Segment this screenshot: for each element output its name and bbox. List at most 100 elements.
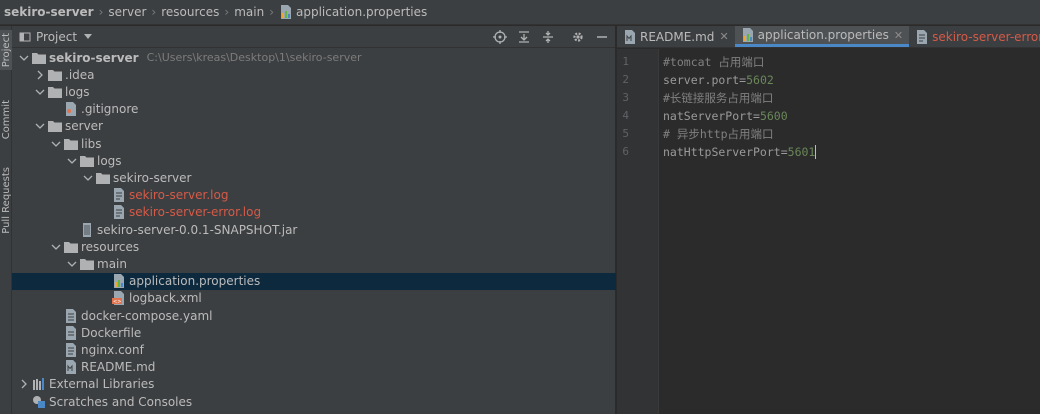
tree-item-label: application.properties bbox=[129, 274, 261, 289]
line-number: 1 bbox=[622, 55, 629, 68]
line-number: 2 bbox=[622, 73, 629, 86]
tree-row[interactable]: libs bbox=[12, 135, 616, 152]
tree-row[interactable]: sekiro-server.log bbox=[12, 187, 616, 204]
editor-tab-label: sekiro-server-error.log bbox=[932, 29, 1040, 44]
code-token: #长链接服务占用端口 bbox=[663, 91, 774, 105]
text-caret bbox=[815, 145, 817, 159]
tree-item-label: External Libraries bbox=[49, 377, 155, 392]
folder-icon bbox=[80, 257, 94, 271]
locate-file-icon[interactable] bbox=[493, 29, 507, 44]
breadcrumb-item[interactable]: sekiro-server bbox=[4, 5, 94, 19]
folder-icon bbox=[48, 68, 62, 82]
tree-row[interactable]: <> logback.xml bbox=[12, 290, 616, 307]
tree-row[interactable]: sekiro-server-error.log bbox=[12, 204, 616, 221]
code-line[interactable]: #tomcat 占用端口 bbox=[663, 53, 764, 71]
code-line[interactable]: # 异步http占用端口 bbox=[663, 125, 774, 143]
project-panel-title[interactable]: Project bbox=[36, 30, 77, 44]
code-line[interactable]: server.port = 5602 bbox=[663, 71, 774, 89]
tree-item-label: sekiro-server.log bbox=[129, 188, 229, 203]
tree-row[interactable]: External Libraries bbox=[12, 376, 616, 393]
line-number: 3 bbox=[622, 91, 629, 104]
line-number: 4 bbox=[622, 109, 629, 122]
chevron-down-icon[interactable] bbox=[34, 86, 46, 98]
tree-item-label: logs bbox=[65, 84, 90, 99]
gitignore-file-icon bbox=[64, 102, 78, 117]
markdown-file-icon bbox=[64, 360, 78, 375]
tree-row[interactable]: logs bbox=[12, 83, 616, 100]
navigation-bar: sekiro-server › server › resources › main › appl… bbox=[0, 0, 1040, 25]
chevron-down-icon[interactable] bbox=[82, 172, 94, 184]
breadcrumb-separator-icon: › bbox=[269, 5, 274, 19]
tree-row[interactable]: logs bbox=[12, 152, 616, 169]
minimize-icon[interactable] bbox=[595, 30, 609, 44]
code-token: #tomcat 占用端口 bbox=[663, 55, 765, 69]
breadcrumb-item[interactable]: application.properties bbox=[296, 5, 427, 19]
tree-item-label: resources bbox=[81, 239, 140, 254]
project-view-icon bbox=[18, 30, 32, 44]
project-path: C:\Users\kreas\Desktop\1\sekiro-server bbox=[146, 51, 362, 64]
libraries-icon bbox=[32, 377, 46, 391]
line-number: 6 bbox=[622, 145, 629, 158]
tree-row[interactable]: application.properties bbox=[12, 272, 616, 290]
tree-row[interactable]: .gitignore bbox=[12, 101, 616, 118]
code-token: natHttpServerPort bbox=[663, 145, 781, 159]
log-file-icon bbox=[112, 188, 126, 203]
tree-row[interactable]: sekiro-server-0.0.1-SNAPSHOT.jar bbox=[12, 221, 616, 238]
tree-row[interactable]: Dockerfile bbox=[12, 324, 616, 341]
properties-file-icon bbox=[741, 28, 755, 42]
tree-row[interactable]: .idea bbox=[12, 66, 616, 83]
tree-item-label: logback.xml bbox=[129, 291, 202, 306]
text-file-icon bbox=[64, 342, 78, 357]
breadcrumb-item[interactable]: resources bbox=[161, 5, 219, 19]
code-line[interactable]: #长链接服务占用端口 bbox=[663, 89, 773, 107]
close-icon[interactable]: ✕ bbox=[719, 30, 728, 43]
chevron-right-icon[interactable] bbox=[18, 378, 30, 390]
code-token: # 异步http占用端口 bbox=[663, 127, 774, 141]
breadcrumb-item[interactable]: main bbox=[234, 5, 264, 19]
chevron-down-icon[interactable] bbox=[81, 30, 95, 44]
tree-row[interactable]: docker-compose.yaml bbox=[12, 307, 616, 324]
chevron-down-icon[interactable] bbox=[50, 241, 62, 253]
breadcrumb-separator-icon: › bbox=[98, 5, 104, 19]
tool-window-pull-requests[interactable]: Pull Requests bbox=[0, 160, 12, 240]
xml-file-icon: <> bbox=[112, 291, 126, 306]
markdown-file-icon bbox=[623, 29, 637, 44]
expand-all-icon[interactable] bbox=[517, 30, 531, 44]
tree-row[interactable]: README.md bbox=[12, 359, 616, 376]
breadcrumb-separator-icon: › bbox=[224, 5, 230, 19]
chevron-right-icon[interactable] bbox=[34, 69, 46, 81]
tree-item-label: Scratches and Consoles bbox=[49, 394, 193, 409]
code-token: 5602 bbox=[746, 73, 774, 87]
tree-row[interactable]: sekiro-server bbox=[12, 169, 616, 186]
tool-window-project[interactable]: Project bbox=[0, 30, 12, 70]
tree-item-label: server bbox=[65, 119, 103, 134]
folder-icon bbox=[64, 137, 78, 151]
tool-window-commit[interactable]: Commit bbox=[0, 92, 12, 148]
gear-icon[interactable] bbox=[571, 30, 585, 44]
left-tool-strip: Project Commit Pull Requests bbox=[0, 26, 12, 414]
collapse-all-icon[interactable] bbox=[541, 30, 555, 44]
tree-row[interactable]: Scratches and Consoles bbox=[12, 393, 616, 410]
chevron-down-icon[interactable] bbox=[34, 120, 46, 132]
code-token: 5600 bbox=[759, 109, 788, 123]
tree-item-label: .gitignore bbox=[81, 102, 139, 117]
properties-file-icon bbox=[112, 274, 126, 289]
editor-area: README.md ✕ application.properties ✕ sekiro-… bbox=[617, 26, 1040, 414]
breadcrumb-item[interactable]: server bbox=[108, 5, 146, 19]
tree-row[interactable]: sekiro-server C:\Users\kreas\Desktop\1\se… bbox=[12, 49, 616, 66]
tree-row[interactable]: nginx.conf bbox=[12, 341, 616, 358]
tree-row[interactable]: main bbox=[12, 255, 616, 272]
tree-row[interactable]: resources bbox=[12, 238, 616, 255]
tree-row[interactable]: server bbox=[12, 118, 616, 135]
chevron-down-icon[interactable] bbox=[66, 258, 78, 270]
code-line[interactable]: natHttpServerPort = 5601 bbox=[663, 143, 817, 161]
editor-tab[interactable]: README.md ✕ bbox=[617, 26, 735, 47]
log-file-icon bbox=[112, 205, 126, 220]
chevron-down-icon[interactable] bbox=[66, 155, 78, 167]
editor-tab[interactable]: application.properties ✕ bbox=[734, 26, 910, 47]
editor-tab[interactable]: sekiro-server-error.log✕ bbox=[909, 26, 1040, 47]
code-line[interactable]: natServerPort = 5600 bbox=[663, 107, 788, 125]
close-icon[interactable]: ✕ bbox=[894, 29, 903, 42]
chevron-down-icon[interactable] bbox=[50, 138, 62, 150]
chevron-down-icon[interactable] bbox=[18, 52, 30, 64]
